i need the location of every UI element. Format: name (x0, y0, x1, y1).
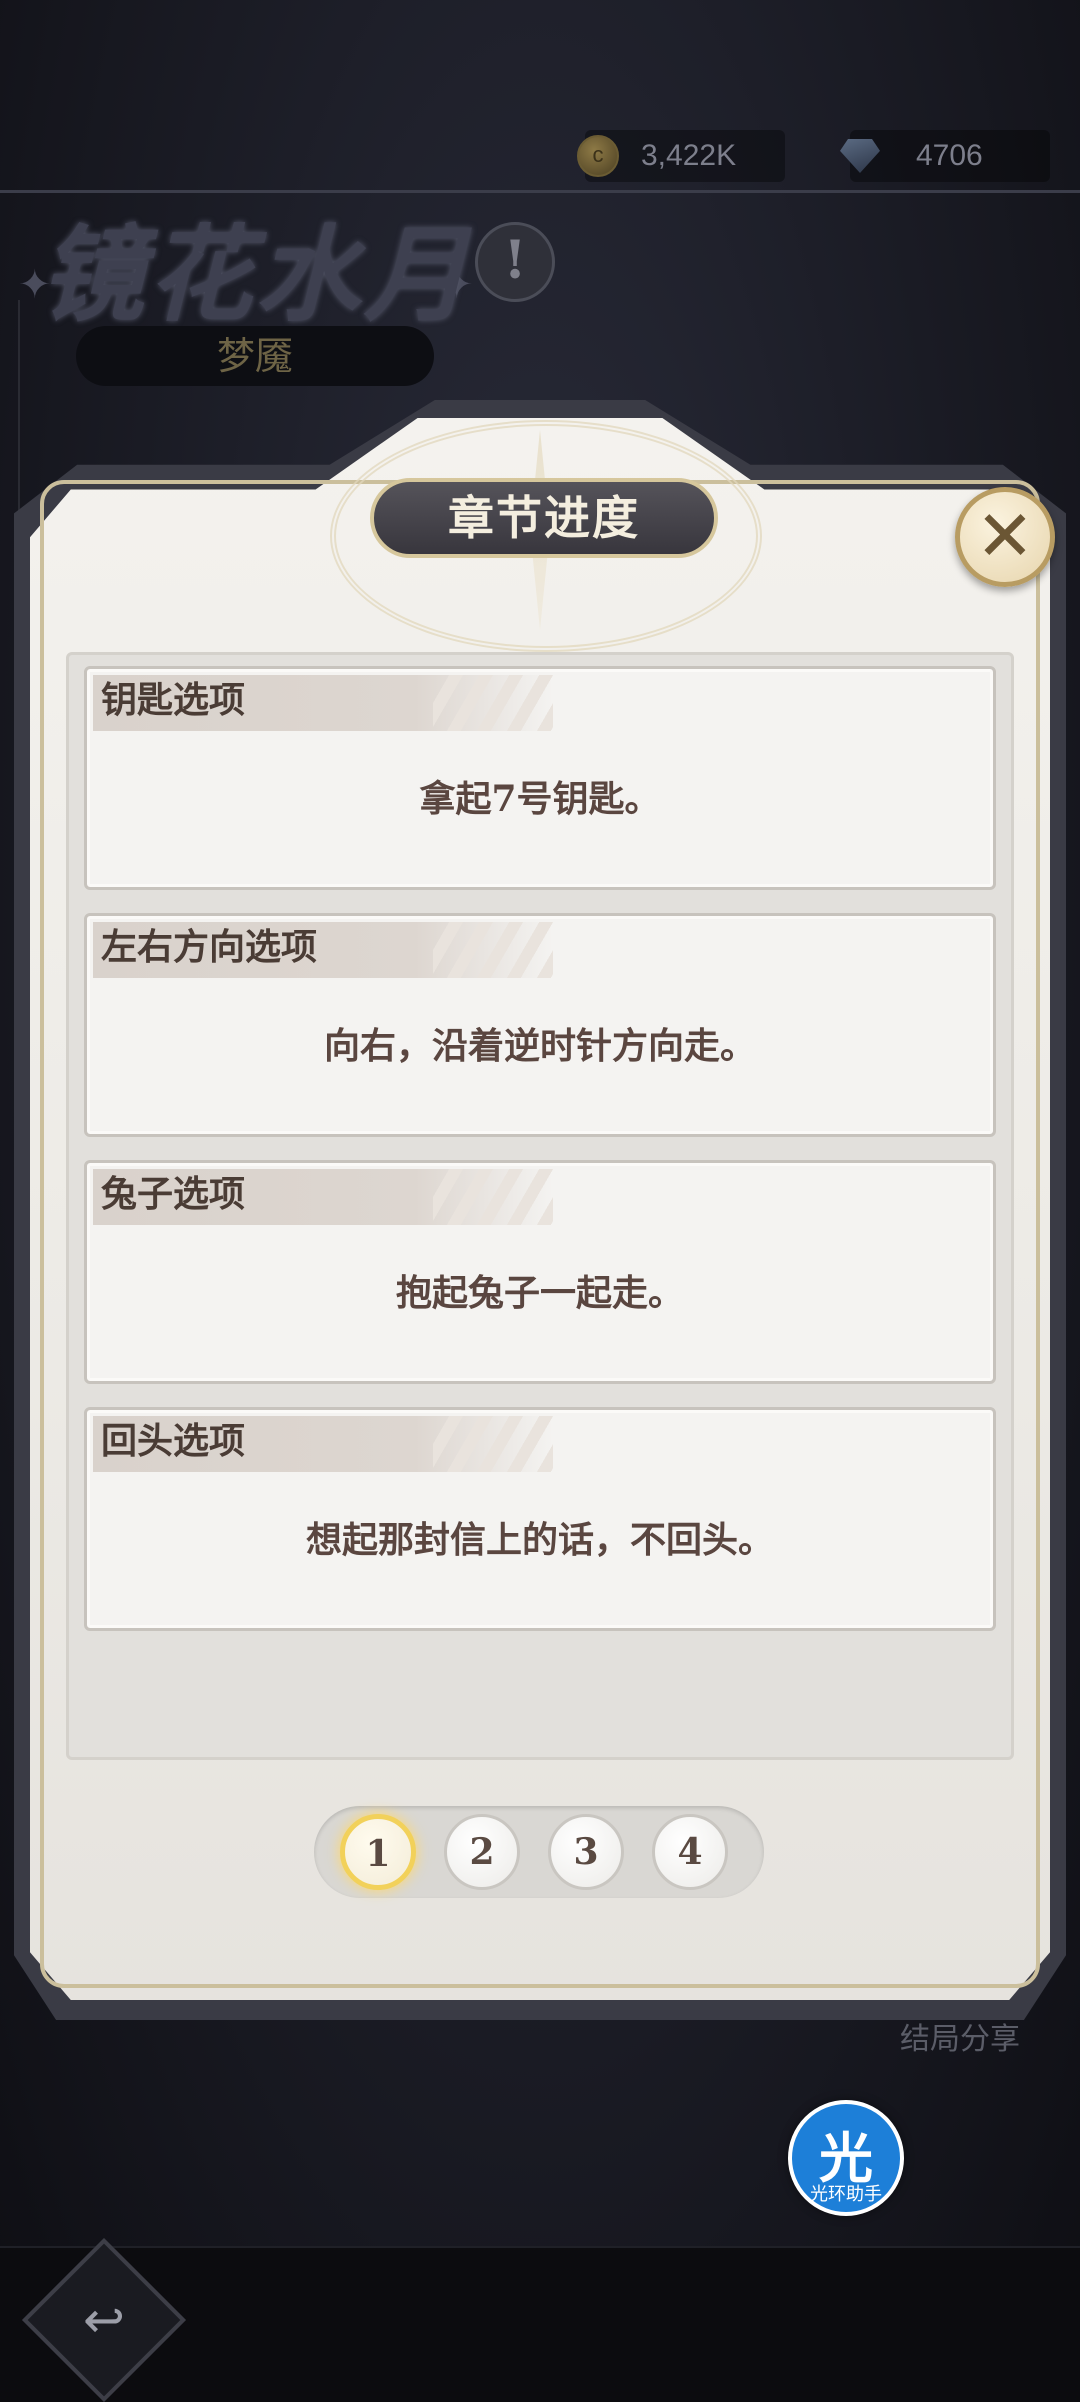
chapter-title: 镜花水月 (40, 213, 473, 336)
choice-card: 左右方向选项 向右，沿着逆时针方向走。 (84, 913, 996, 1137)
choice-card: 回头选项 想起那封信上的话，不回头。 (84, 1407, 996, 1631)
close-icon: ✕ (975, 495, 1035, 577)
page-button-3[interactable]: 3 (548, 1814, 624, 1890)
page-button-2[interactable]: 2 (444, 1814, 520, 1890)
card-text: 向右，沿着逆时针方向走。 (323, 1025, 756, 1067)
coin-amount: 3,422K (641, 139, 737, 172)
pagination: 1 2 3 4 (314, 1806, 764, 1898)
page-button-1[interactable]: 1 (340, 1814, 416, 1890)
coin-icon: c (577, 135, 619, 177)
card-text: 想起那封信上的话，不回头。 (305, 1519, 774, 1561)
card-title: 左右方向选项 (101, 926, 318, 968)
resource-bar: c 3,422K 4706 (0, 110, 1080, 193)
page-button-4[interactable]: 4 (652, 1814, 728, 1890)
diamond-icon (840, 139, 880, 173)
choice-card: 钥匙选项 拿起7号钥匙。 (84, 666, 996, 890)
card-text: 拿起7号钥匙。 (419, 778, 661, 820)
alert-icon[interactable]: ! (475, 222, 555, 302)
card-text: 抱起兔子一起走。 (395, 1272, 684, 1314)
gem-counter: 4706 (840, 130, 1050, 182)
assistant-floating-button[interactable]: 光 光环助手 (788, 2100, 904, 2216)
ending-share-button[interactable]: 结局分享 (900, 2014, 1020, 2058)
back-arrow-icon: ↩ (83, 2291, 125, 2349)
choice-card: 兔子选项 抱起兔子一起走。 (84, 1160, 996, 1384)
modal-title: 章节进度 (370, 478, 718, 558)
chapter-subtitle: 梦魇 (76, 326, 434, 386)
coin-counter: c 3,422K (577, 130, 785, 182)
close-button[interactable]: ✕ (955, 487, 1055, 587)
card-title: 兔子选项 (101, 1173, 246, 1215)
card-title: 钥匙选项 (101, 679, 246, 721)
card-title: 回头选项 (101, 1420, 246, 1462)
gem-amount: 4706 (916, 139, 983, 172)
assistant-label: 光环助手 (810, 2184, 882, 2205)
